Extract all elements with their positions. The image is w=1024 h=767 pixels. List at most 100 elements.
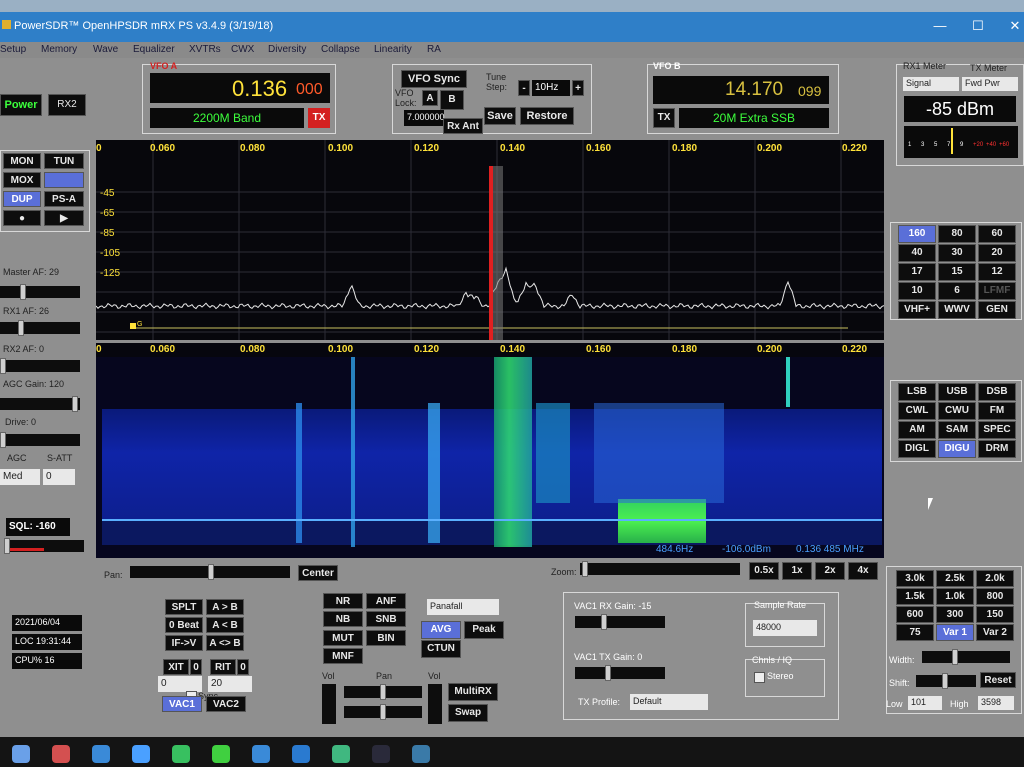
snb-button[interactable]: SNB: [366, 611, 406, 627]
zoom-1x-button[interactable]: 1x: [782, 562, 812, 580]
vfo-b-tx-button[interactable]: TX: [653, 108, 675, 128]
mut-button[interactable]: MUT: [323, 630, 363, 646]
band-gen-button[interactable]: GEN: [978, 301, 1016, 319]
mode-dsb-button[interactable]: DSB: [978, 383, 1016, 401]
pan-slider-1[interactable]: [344, 684, 422, 700]
shift-slider[interactable]: [916, 673, 976, 689]
band-vhf-plus-button[interactable]: VHF+: [898, 301, 936, 319]
anf-button[interactable]: ANF: [366, 593, 406, 609]
menu-equalizer[interactable]: Equalizer: [133, 44, 175, 55]
mox-button[interactable]: MOX: [3, 172, 41, 188]
mode-sam-button[interactable]: SAM: [938, 421, 976, 439]
panadapter-display[interactable]: [96, 140, 884, 340]
vfo-lock-value[interactable]: 7.000000: [404, 110, 445, 126]
taskbar-spectrum-icon[interactable]: [212, 745, 230, 763]
filter-2-0k-button[interactable]: 2.0k: [976, 570, 1014, 587]
rx2-button[interactable]: RX2: [48, 94, 86, 116]
zoom-0-5x-button[interactable]: 0.5x: [749, 562, 779, 580]
band-40-button[interactable]: 40: [898, 244, 936, 262]
play-button[interactable]: ▶: [44, 210, 84, 226]
vfo-lock-b-button[interactable]: B: [440, 90, 464, 110]
maximize-button[interactable]: ☐: [963, 18, 993, 34]
vfo-lock-a-button[interactable]: A: [422, 90, 438, 106]
pan-slider-2[interactable]: [344, 704, 422, 720]
menu-linearity[interactable]: Linearity: [374, 44, 412, 55]
band-60-button[interactable]: 60: [978, 225, 1016, 243]
agc-select[interactable]: Med: [0, 469, 40, 485]
menu-ra[interactable]: RA: [427, 44, 441, 55]
low-value-field[interactable]: 101: [908, 696, 942, 710]
power-button[interactable]: Power: [0, 94, 42, 116]
menu-memory[interactable]: Memory: [41, 44, 77, 55]
tune-step-value[interactable]: 10Hz: [532, 80, 570, 96]
filter-1-5k-button[interactable]: 1.5k: [896, 588, 934, 605]
split-button[interactable]: SPLT: [165, 599, 203, 615]
squelch-button[interactable]: SQL: -160: [6, 518, 70, 536]
rx1-meter-select[interactable]: Signal: [903, 77, 959, 91]
menu-setup[interactable]: Setup: [0, 44, 26, 55]
minimize-button[interactable]: —: [925, 18, 955, 33]
vol2-slider[interactable]: [428, 684, 442, 724]
rx2-af-slider[interactable]: [0, 358, 80, 374]
mode-cwl-button[interactable]: CWL: [898, 402, 936, 420]
band-20-button[interactable]: 20: [978, 244, 1016, 262]
band-12-button[interactable]: 12: [978, 263, 1016, 281]
ctun-button[interactable]: CTUN: [421, 640, 461, 658]
vol1-slider[interactable]: [322, 684, 336, 724]
band-lfmf-button[interactable]: LFMF: [978, 282, 1016, 300]
swap-button[interactable]: Swap: [448, 704, 488, 722]
tune-step-plus[interactable]: +: [572, 80, 584, 96]
vac1-button[interactable]: VAC1: [162, 696, 202, 712]
rx1-af-slider[interactable]: [0, 320, 80, 336]
nr-button[interactable]: NR: [323, 593, 363, 609]
swap-ab-button[interactable]: A <> B: [206, 635, 244, 651]
taskbar-notepad-icon[interactable]: [412, 745, 430, 763]
filter-75-button[interactable]: 75: [896, 624, 934, 641]
a-to-b-button[interactable]: A > B: [206, 599, 244, 615]
tx-profile-select[interactable]: Default: [630, 694, 708, 710]
band-30-button[interactable]: 30: [938, 244, 976, 262]
b-to-a-button[interactable]: A < B: [206, 617, 244, 633]
mode-digl-button[interactable]: DIGL: [898, 440, 936, 458]
mode-spec-button[interactable]: SPEC: [978, 421, 1016, 439]
vac2-button[interactable]: VAC2: [206, 696, 246, 712]
restore-button[interactable]: Restore: [520, 107, 574, 125]
taskbar-globe-icon[interactable]: [292, 745, 310, 763]
band-15-button[interactable]: 15: [938, 263, 976, 281]
tx-meter-select[interactable]: Fwd Pwr: [962, 77, 1018, 91]
mode-am-button[interactable]: AM: [898, 421, 936, 439]
vfo-a-display[interactable]: 0.136 000: [150, 73, 330, 103]
filter-var-1-button[interactable]: Var 1: [936, 624, 974, 641]
menu-collapse[interactable]: Collapse: [321, 44, 360, 55]
if-v-button[interactable]: IF->V: [165, 635, 203, 651]
waterfall-display[interactable]: 484.6Hz -106.0dBm 0.136 485 MHz: [96, 343, 884, 558]
nb-button[interactable]: NB: [323, 611, 363, 627]
s-att-select[interactable]: 0: [43, 469, 75, 485]
pan-slider[interactable]: [130, 564, 290, 580]
menu-diversity[interactable]: Diversity: [268, 44, 306, 55]
zoom-4x-button[interactable]: 4x: [848, 562, 878, 580]
filter-300-button[interactable]: 300: [936, 606, 974, 623]
vfo-sync-button[interactable]: VFO Sync: [401, 70, 467, 88]
save-button[interactable]: Save: [484, 107, 516, 125]
mode-drm-button[interactable]: DRM: [978, 440, 1016, 458]
rit-field[interactable]: 20: [208, 676, 252, 692]
mode-usb-button[interactable]: USB: [938, 383, 976, 401]
band-wwv-button[interactable]: WWV: [938, 301, 976, 319]
rit-button[interactable]: RIT: [210, 659, 236, 675]
filter-600-button[interactable]: 600: [896, 606, 934, 623]
width-slider[interactable]: [922, 649, 1010, 665]
squelch-slider[interactable]: [4, 538, 84, 554]
filter-1-0k-button[interactable]: 1.0k: [936, 588, 974, 605]
vac1-rx-gain-slider[interactable]: [575, 614, 665, 630]
xit-field[interactable]: 0: [158, 676, 202, 692]
display-mode-select[interactable]: Panafall: [427, 599, 499, 615]
empty-selected-button[interactable]: [44, 172, 84, 188]
xit-button[interactable]: XIT: [163, 659, 189, 675]
taskbar-active-window-icon[interactable]: [372, 745, 390, 763]
zero-beat-button[interactable]: 0 Beat: [165, 617, 203, 633]
taskbar-windows-icon[interactable]: [12, 745, 30, 763]
ps-a-button[interactable]: PS-A: [44, 191, 84, 207]
menu-xvtrs[interactable]: XVTRs: [189, 44, 221, 55]
peak-button[interactable]: Peak: [464, 621, 504, 639]
